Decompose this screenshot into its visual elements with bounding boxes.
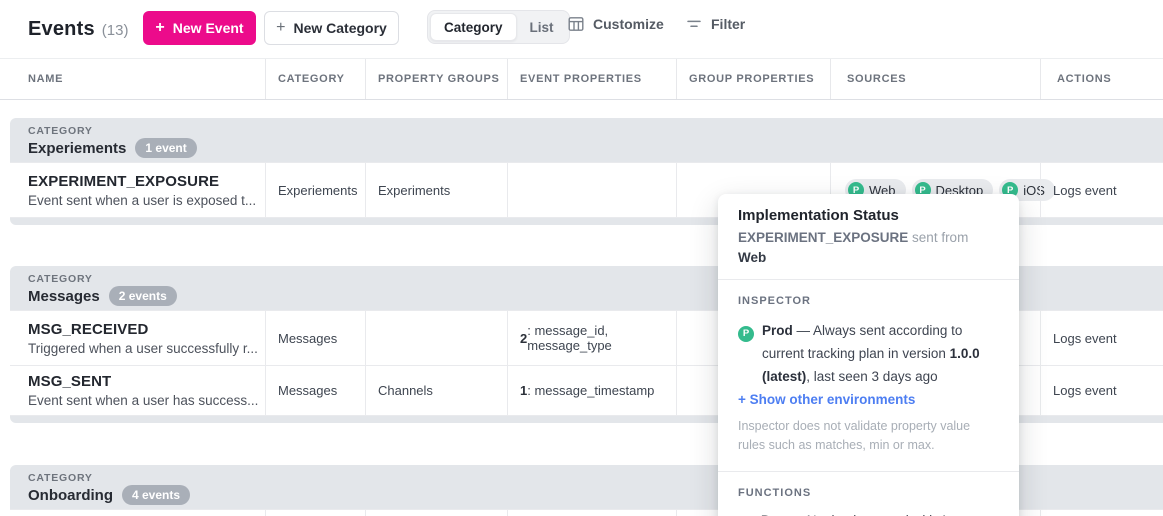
functions-dev-row: ? Dev — Not implemented with Avo Functio… (738, 512, 999, 516)
new-event-button[interactable]: + New Event (143, 11, 256, 45)
page-title: Events (13) (28, 18, 128, 41)
event-property-groups-cell: Channels (365, 366, 507, 415)
filter-icon (686, 16, 702, 32)
popover-header: Implementation Status EXPERIMENT_EXPOSUR… (718, 194, 1019, 280)
column-header-actions: ACTIONS (1040, 59, 1163, 99)
inspector-note: Inspector does not validate property val… (738, 417, 999, 455)
event-category-cell: Messages (265, 366, 365, 415)
event-properties-cell: 1: message_timestamp (507, 366, 676, 415)
events-page: Events (13) + New Event + New Category C… (0, 0, 1163, 516)
view-toggle-category[interactable]: Category (430, 13, 517, 41)
event-name: MSG_SENT (28, 373, 111, 390)
event-description: Event sent when a user is exposed t... (28, 193, 256, 208)
implementation-status-popover: Implementation Status EXPERIMENT_EXPOSUR… (718, 194, 1019, 516)
event-property-groups-cell (365, 311, 507, 365)
show-other-environments-link[interactable]: + Show other environments (738, 392, 999, 407)
event-count-badge: 4 events (122, 485, 190, 505)
view-toggle-list[interactable]: List (517, 13, 567, 41)
page-title-text: Events (28, 18, 95, 41)
actions-cell: Logs event (1040, 366, 1163, 415)
column-header-sources: SOURCES (830, 59, 1040, 99)
new-event-label: New Event (173, 20, 244, 36)
table-header-row: NAME CATEGORY PROPERTY GROUPS EVENT PROP… (0, 58, 1163, 100)
event-properties-list: : message_timestamp (527, 383, 654, 398)
column-header-name: NAME (0, 59, 265, 99)
new-category-button[interactable]: + New Category (264, 11, 399, 45)
category-name: Messages (28, 288, 100, 305)
event-properties-count: 1 (520, 383, 527, 398)
toolbar: Events (13) + New Event + New Category C… (0, 0, 1163, 58)
category-name: Onboarding (28, 487, 113, 504)
popover-title: Implementation Status (738, 206, 999, 226)
category-label: CATEGORY (28, 125, 1163, 137)
question-icon-wrap: ? (738, 512, 753, 516)
customize-button[interactable]: Customize (568, 16, 664, 32)
filter-label: Filter (711, 16, 745, 32)
actions-cell: Logs event (1040, 163, 1163, 217)
event-property-groups-cell: Experiments (365, 163, 507, 217)
event-properties-cell (507, 163, 676, 217)
prod-status-icon-wrap: P (738, 319, 754, 388)
category-name: Experiements (28, 140, 126, 157)
functions-dev-text: Dev — Not implemented with Avo Functions (761, 512, 999, 516)
column-header-category: CATEGORY (265, 59, 365, 99)
event-description: Event sent when a user has success... (28, 393, 258, 408)
plus-icon: + (155, 20, 164, 36)
event-description: Triggered when a user successfully r... (28, 341, 258, 356)
popover-source-name: Web (738, 250, 766, 265)
event-properties-list: : message_id, message_type (527, 323, 676, 353)
new-category-label: New Category (293, 20, 386, 36)
column-header-event-properties: EVENT PROPERTIES (507, 59, 676, 99)
popover-event-name: EXPERIMENT_EXPOSURE (738, 230, 908, 245)
popover-body: INSPECTOR P Prod — Always sent according… (718, 295, 1019, 516)
functions-heading: FUNCTIONS (738, 487, 999, 499)
inspector-heading: INSPECTOR (738, 295, 999, 307)
event-count-badge: 2 events (109, 286, 177, 306)
customize-label: Customize (593, 16, 664, 32)
event-category-cell: Messages (265, 311, 365, 365)
view-toggle: Category List (427, 10, 570, 44)
event-count-badge: 1 event (135, 138, 196, 158)
popover-subtitle: EXPERIMENT_EXPOSURE sent from Web (738, 228, 999, 268)
popover-divider (718, 471, 1019, 472)
event-name: MSG_RECEIVED (28, 321, 148, 338)
column-header-property-groups: PROPERTY GROUPS (365, 59, 507, 99)
inspector-prod-row: P Prod — Always sent according to curren… (738, 319, 999, 388)
events-count: (13) (102, 22, 129, 39)
event-properties-cell: 2: message_id, message_type (507, 311, 676, 365)
event-name: EXPERIMENT_EXPOSURE (28, 173, 219, 190)
prod-status-icon: P (738, 326, 754, 342)
plus-icon: + (276, 20, 285, 36)
event-category-cell: Experiements (265, 163, 365, 217)
inspector-prod-text: Prod — Always sent according to current … (762, 319, 999, 388)
category-header: CATEGORY Experiements 1 event (10, 118, 1163, 162)
column-header-group-properties: GROUP PROPERTIES (676, 59, 830, 99)
filter-button[interactable]: Filter (686, 16, 745, 32)
actions-cell: Logs event (1040, 311, 1163, 365)
table-grid-icon (568, 16, 584, 32)
event-properties-count: 2 (520, 331, 527, 346)
